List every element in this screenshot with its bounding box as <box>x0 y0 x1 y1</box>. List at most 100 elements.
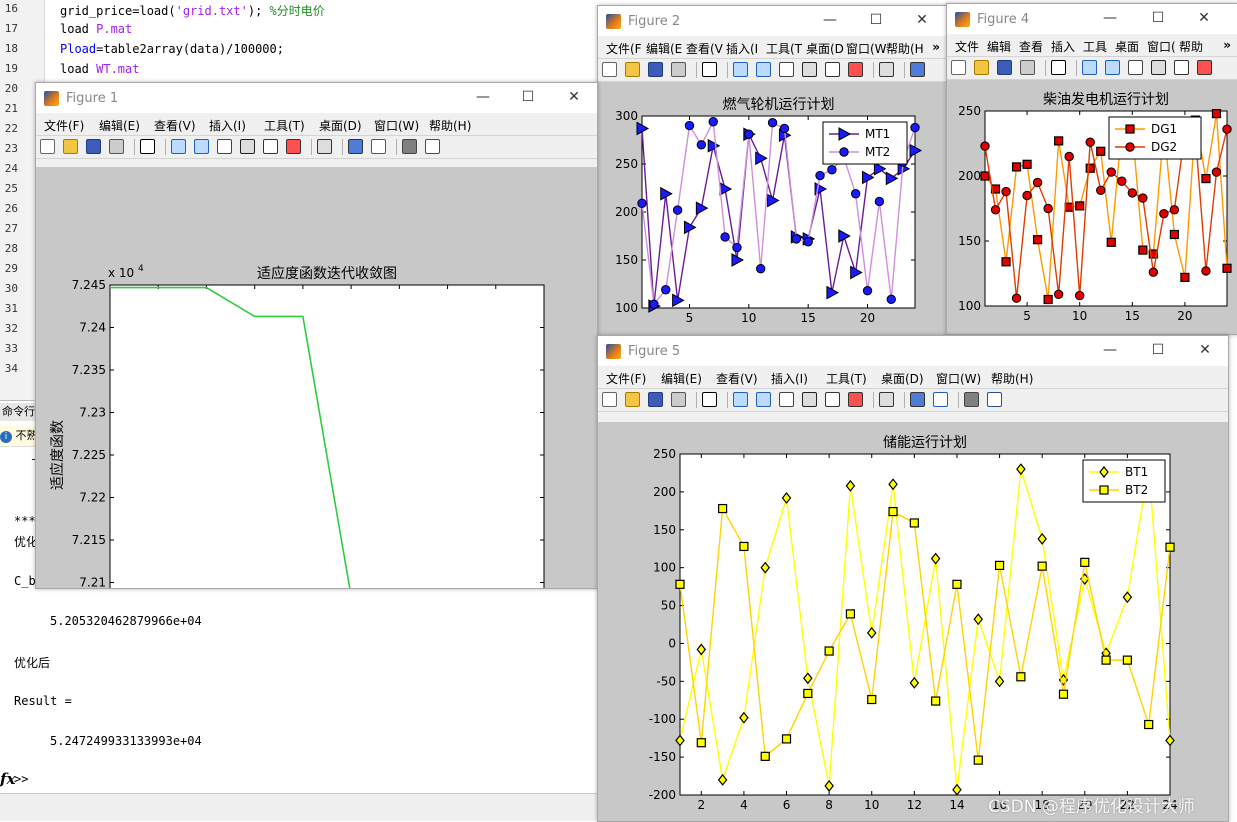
menu-item[interactable]: 查看 <box>1019 38 1043 55</box>
zoom-in-icon[interactable] <box>733 392 748 407</box>
zoom-in-icon[interactable] <box>1082 60 1097 75</box>
brush-icon[interactable] <box>848 62 863 77</box>
menu-item[interactable]: 桌面(D <box>806 40 844 57</box>
title-bar[interactable]: Figure 4 — ☐ ✕ <box>947 4 1237 34</box>
menu-item[interactable]: 帮助(H) <box>429 117 471 134</box>
new-file-icon[interactable] <box>602 62 617 77</box>
zoom-in-icon[interactable] <box>171 139 186 154</box>
close-button[interactable]: ✕ <box>1198 342 1212 358</box>
menu-item[interactable]: 编辑(E <box>646 40 682 57</box>
menu-item[interactable]: 窗口(W) <box>936 370 981 387</box>
menu-item[interactable]: 查看(V <box>686 40 723 57</box>
new-file-icon[interactable] <box>951 60 966 75</box>
hide-tools-icon[interactable] <box>964 392 979 407</box>
menu-item[interactable]: 编辑(E) <box>661 370 702 387</box>
legend-icon[interactable] <box>933 392 948 407</box>
figure-1-window[interactable]: Figure 1 — ☐ ✕ 文件(F) 编辑(E) 查看(V) 插入(I) 工具(T)… <box>35 82 598 589</box>
zoom-in-icon[interactable] <box>733 62 748 77</box>
pan-hand-icon[interactable] <box>1128 60 1143 75</box>
colorbar-icon[interactable] <box>910 392 925 407</box>
dock-icon[interactable] <box>425 139 440 154</box>
new-file-icon[interactable] <box>40 139 55 154</box>
close-button[interactable]: ✕ <box>1197 10 1211 26</box>
open-folder-icon[interactable] <box>625 392 640 407</box>
menu-item[interactable]: 工具(T) <box>264 117 305 134</box>
save-icon[interactable] <box>86 139 101 154</box>
code-line[interactable]: grid_price=load('grid.txt'); %分时电价 <box>60 2 325 19</box>
zoom-out-icon[interactable] <box>1105 60 1120 75</box>
menu-item[interactable]: 插入(I) <box>209 117 246 134</box>
data-cursor-icon[interactable] <box>1174 60 1189 75</box>
brush-icon[interactable] <box>286 139 301 154</box>
menu-item[interactable]: 桌面 <box>1115 38 1139 55</box>
print-icon[interactable] <box>671 62 686 77</box>
cmd-prompt[interactable]: >> <box>14 772 28 786</box>
menu-item[interactable]: 工具 <box>1083 38 1107 55</box>
menu-item[interactable]: 帮助(H <box>886 40 924 57</box>
link-plot-icon[interactable] <box>879 392 894 407</box>
new-file-icon[interactable] <box>602 392 617 407</box>
menu-item[interactable]: 窗口(W) <box>374 117 419 134</box>
menu-item[interactable]: 桌面(D) <box>319 117 362 134</box>
menu-item[interactable]: 查看(V) <box>154 117 196 134</box>
maximize-button[interactable]: ☐ <box>869 12 883 28</box>
menu-item[interactable]: 文件 <box>955 38 979 55</box>
data-cursor-icon[interactable] <box>825 392 840 407</box>
pointer-icon[interactable] <box>702 62 717 77</box>
save-icon[interactable] <box>648 392 663 407</box>
pan-hand-icon[interactable] <box>217 139 232 154</box>
menu-item[interactable]: 编辑 <box>987 38 1011 55</box>
title-bar[interactable]: Figure 5 — ☐ ✕ <box>598 336 1228 366</box>
menu-item[interactable]: 工具(T <box>766 40 802 57</box>
link-plot-icon[interactable] <box>317 139 332 154</box>
dock-icon[interactable] <box>987 392 1002 407</box>
figure-5-window[interactable]: Figure 5 — ☐ ✕ 文件(F) 编辑(E) 查看(V) 插入(I) 工具(T)… <box>597 335 1229 822</box>
menu-item[interactable]: 文件(F) <box>44 117 84 134</box>
title-bar[interactable]: Figure 2 — ☐ ✕ <box>598 6 946 36</box>
open-folder-icon[interactable] <box>63 139 78 154</box>
data-cursor-icon[interactable] <box>263 139 278 154</box>
minimize-button[interactable]: — <box>1103 342 1117 358</box>
brush-icon[interactable] <box>1197 60 1212 75</box>
zoom-out-icon[interactable] <box>756 62 771 77</box>
menu-item[interactable]: 桌面(D) <box>881 370 924 387</box>
minimize-button[interactable]: — <box>476 89 490 105</box>
maximize-button[interactable]: ☐ <box>521 89 535 105</box>
open-folder-icon[interactable] <box>625 62 640 77</box>
print-icon[interactable] <box>671 392 686 407</box>
menu-item[interactable]: 查看(V) <box>716 370 758 387</box>
menu-item[interactable]: 插入(I <box>726 40 758 57</box>
code-line[interactable]: load WT.mat <box>60 62 139 76</box>
code-line[interactable]: Pload=table2array(data)/100000; <box>60 42 284 56</box>
title-bar[interactable]: Figure 1 — ☐ ✕ <box>36 83 597 113</box>
legend-icon[interactable] <box>371 139 386 154</box>
colorbar-icon[interactable] <box>348 139 363 154</box>
save-icon[interactable] <box>648 62 663 77</box>
zoom-out-icon[interactable] <box>756 392 771 407</box>
brush-icon[interactable] <box>848 392 863 407</box>
more-menus-chevron[interactable]: » <box>1223 38 1231 52</box>
pointer-icon[interactable] <box>1051 60 1066 75</box>
maximize-button[interactable]: ☐ <box>1151 342 1165 358</box>
maximize-button[interactable]: ☐ <box>1151 10 1165 26</box>
menu-item[interactable]: 插入 <box>1051 38 1075 55</box>
menu-item[interactable]: 文件(F) <box>606 370 646 387</box>
open-folder-icon[interactable] <box>974 60 989 75</box>
close-button[interactable]: ✕ <box>915 12 929 28</box>
pan-hand-icon[interactable] <box>779 392 794 407</box>
rotate-3d-icon[interactable] <box>240 139 255 154</box>
hide-tools-icon[interactable] <box>402 139 417 154</box>
close-button[interactable]: ✕ <box>567 89 581 105</box>
data-cursor-icon[interactable] <box>825 62 840 77</box>
menu-item[interactable]: 编辑(E) <box>99 117 140 134</box>
menu-item[interactable]: 窗口(W <box>846 40 887 57</box>
minimize-button[interactable]: — <box>1103 10 1117 26</box>
more-menus-chevron[interactable]: » <box>932 40 940 54</box>
pointer-icon[interactable] <box>702 392 717 407</box>
pan-hand-icon[interactable] <box>779 62 794 77</box>
menu-item[interactable]: 窗口( <box>1147 38 1176 55</box>
menu-item[interactable]: 文件(F <box>606 40 642 57</box>
menu-item[interactable]: 工具(T) <box>826 370 867 387</box>
rotate-3d-icon[interactable] <box>802 62 817 77</box>
figure-2-window[interactable]: Figure 2 — ☐ ✕ 文件(F 编辑(E 查看(V 插入(I 工具(T 桌面(D 窗… <box>597 5 947 337</box>
